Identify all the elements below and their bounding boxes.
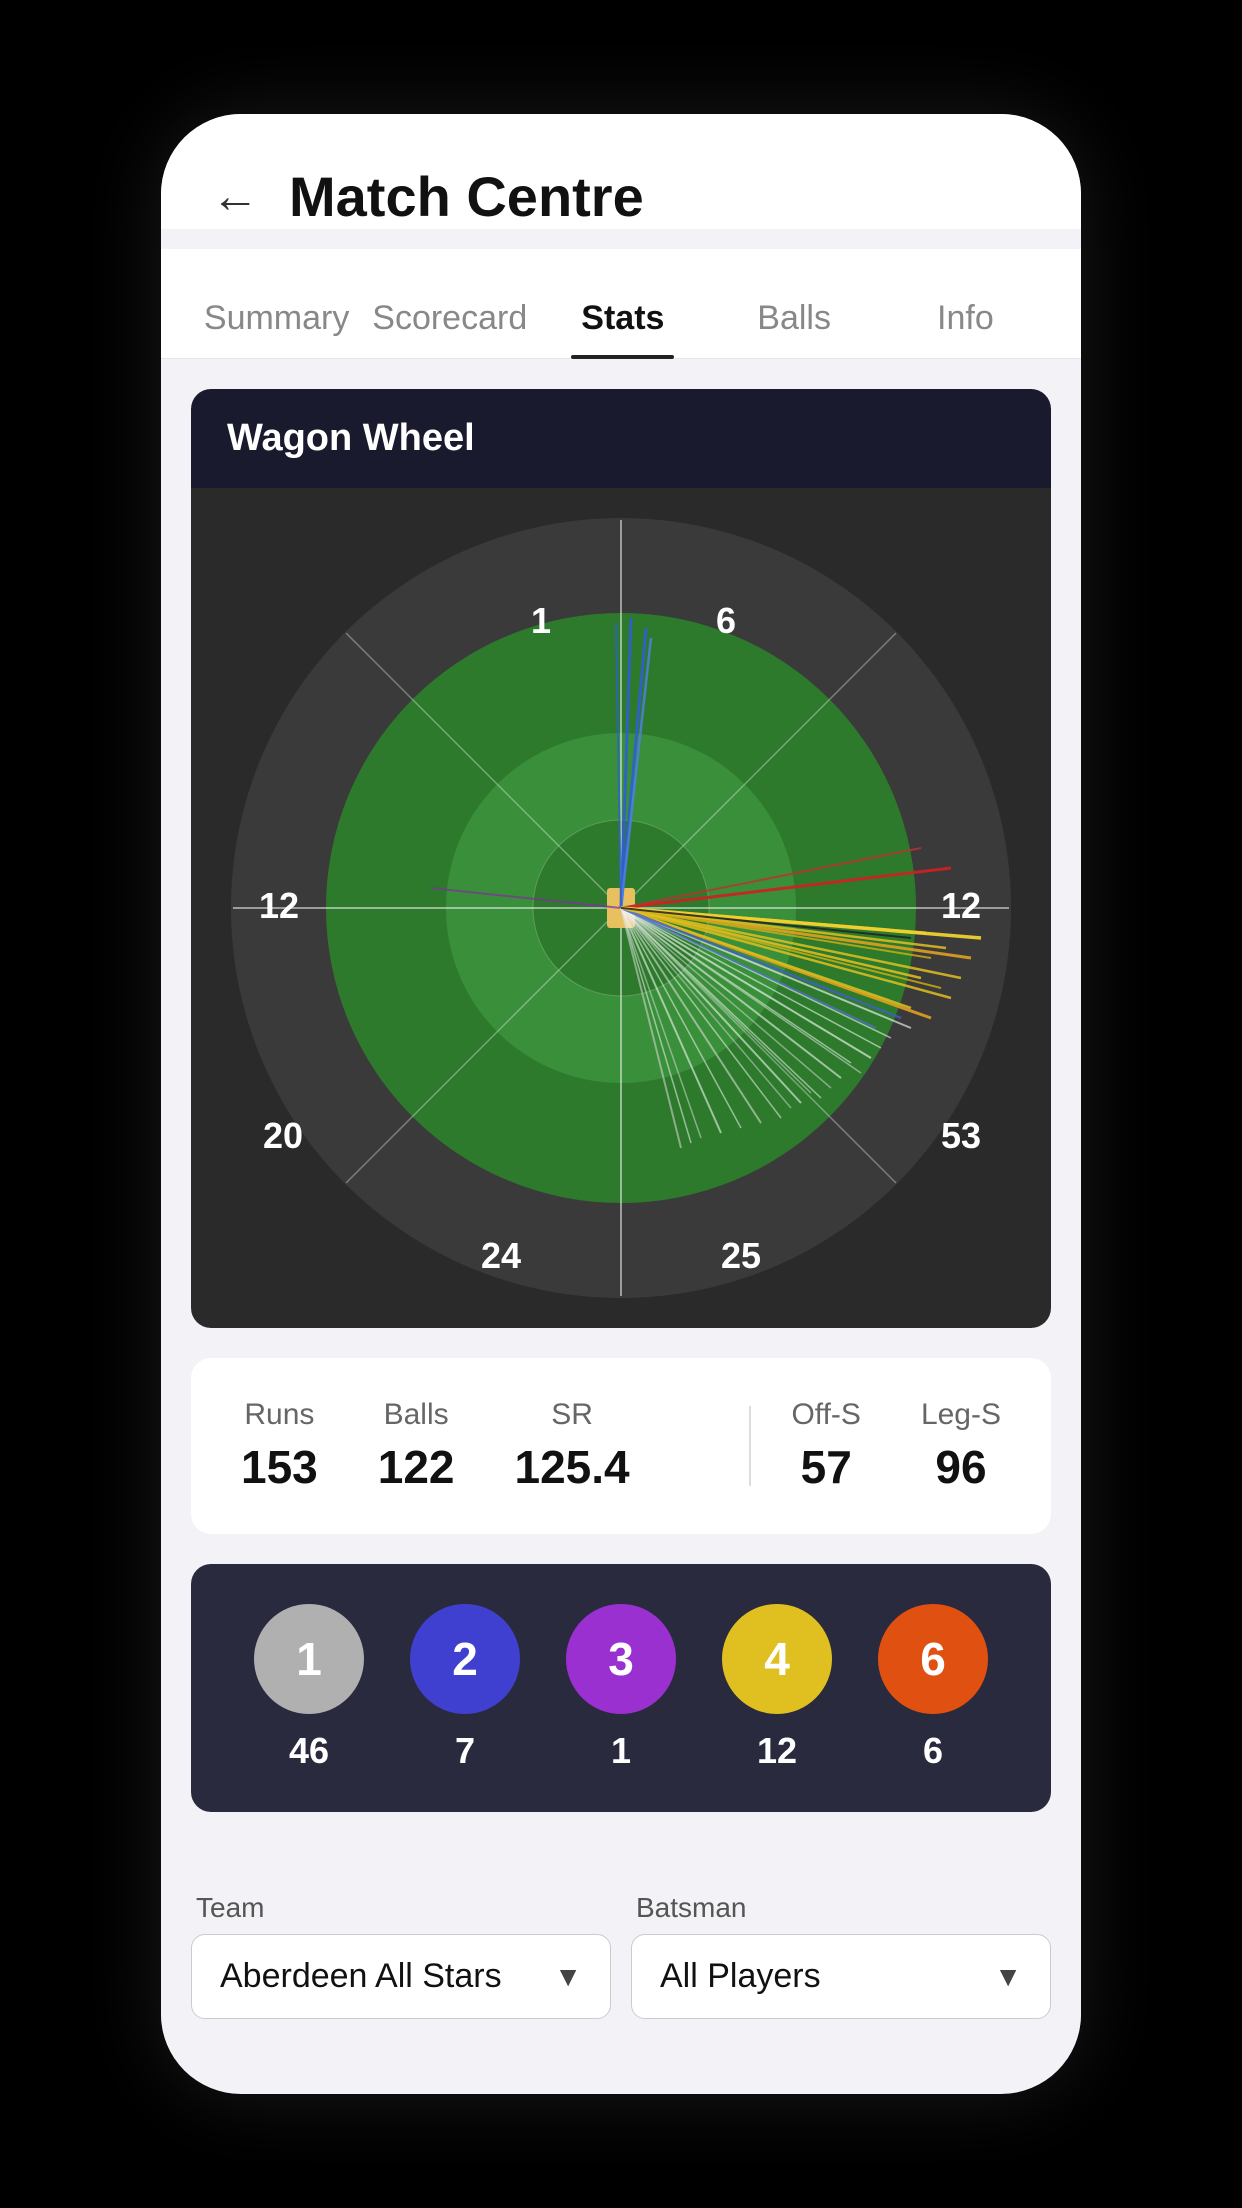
circle-1: 2 [410,1604,520,1714]
header: ← Match Centre [161,114,1081,229]
field-outer: 1 6 12 12 20 53 24 [231,518,1011,1298]
wagon-wheel-card: Wagon Wheel [191,389,1051,1328]
circle-score-1: 2 [452,1632,478,1686]
team-dropdown-arrow: ▼ [554,1961,582,1993]
back-button[interactable]: ← [211,173,259,221]
circle-item-0: 1 46 [254,1604,364,1772]
sr-value: 125.4 [515,1440,630,1494]
stats-right: Off-S 57 Leg-S 96 [791,1398,1001,1494]
wagon-wheel-body: 1 6 12 12 20 53 24 [191,488,1051,1328]
circle-score-4: 6 [920,1632,946,1686]
stat-offs: Off-S 57 [791,1398,860,1494]
svg-text:12: 12 [259,885,299,926]
circle-count-4: 6 [923,1730,943,1772]
circle-4: 6 [878,1604,988,1714]
offs-label: Off-S [791,1398,860,1432]
team-label: Team [191,1892,611,1924]
circle-3: 4 [722,1604,832,1714]
field-container: 1 6 12 12 20 53 24 [231,518,1011,1298]
balls-label: Balls [384,1398,449,1432]
circle-count-3: 12 [757,1730,797,1772]
batsman-label: Batsman [631,1892,1051,1924]
team-dropdown-group: Team Aberdeen All Stars ▼ [191,1892,611,2019]
tab-summary[interactable]: Summary [191,279,362,358]
balls-value: 122 [378,1440,455,1494]
dropdowns-section: Team Aberdeen All Stars ▼ Batsman All Pl… [161,1872,1081,2059]
runs-value: 153 [241,1440,318,1494]
stats-divider [749,1406,751,1486]
wagon-wheel-svg: 1 6 12 12 20 53 24 [231,518,1011,1298]
wagon-wheel-title: Wagon Wheel [227,417,1015,460]
stat-sr: SR 125.4 [515,1398,630,1494]
svg-text:12: 12 [941,885,981,926]
svg-text:1: 1 [531,600,551,641]
stats-bar: Runs 153 Balls 122 SR 125.4 Off-S 57 [191,1358,1051,1534]
content-area: Wagon Wheel [161,359,1081,1872]
tab-info[interactable]: Info [880,279,1051,358]
wagon-wheel-header: Wagon Wheel [191,389,1051,488]
legs-value: 96 [935,1440,986,1494]
circle-count-1: 7 [455,1730,475,1772]
tab-scorecard[interactable]: Scorecard [362,279,537,358]
batsman-value: All Players [660,1957,821,1996]
svg-text:24: 24 [481,1235,521,1276]
batsman-dropdown-arrow: ▼ [994,1961,1022,1993]
score-circles-card: 1 46 2 7 3 1 4 12 [191,1564,1051,1812]
stat-balls: Balls 122 [378,1398,455,1494]
circle-0: 1 [254,1604,364,1714]
circle-score-2: 3 [608,1632,634,1686]
circle-2: 3 [566,1604,676,1714]
tab-stats[interactable]: Stats [537,279,708,358]
team-value: Aberdeen All Stars [220,1957,502,1996]
stat-legs: Leg-S 96 [921,1398,1001,1494]
circle-item-2: 3 1 [566,1604,676,1772]
tab-balls[interactable]: Balls [709,279,880,358]
circle-count-2: 1 [611,1730,631,1772]
circle-item-1: 2 7 [410,1604,520,1772]
runs-label: Runs [244,1398,314,1432]
circle-count-0: 46 [289,1730,329,1772]
batsman-dropdown-group: Batsman All Players ▼ [631,1892,1051,2019]
circle-item-4: 6 6 [878,1604,988,1772]
tab-bar: Summary Scorecard Stats Balls Info [161,249,1081,359]
svg-text:53: 53 [941,1115,981,1156]
phone-frame: ← Match Centre Summary Scorecard Stats B… [161,114,1081,2094]
offs-value: 57 [801,1440,852,1494]
sr-label: SR [551,1398,593,1432]
svg-text:25: 25 [721,1235,761,1276]
svg-text:6: 6 [716,600,736,641]
circle-score-0: 1 [296,1632,322,1686]
batsman-dropdown[interactable]: All Players ▼ [631,1934,1051,2019]
stats-left: Runs 153 Balls 122 SR 125.4 [241,1398,709,1494]
svg-text:20: 20 [263,1115,303,1156]
page-title: Match Centre [289,164,644,229]
circle-score-3: 4 [764,1632,790,1686]
circle-item-3: 4 12 [722,1604,832,1772]
legs-label: Leg-S [921,1398,1001,1432]
team-dropdown[interactable]: Aberdeen All Stars ▼ [191,1934,611,2019]
stat-runs: Runs 153 [241,1398,318,1494]
